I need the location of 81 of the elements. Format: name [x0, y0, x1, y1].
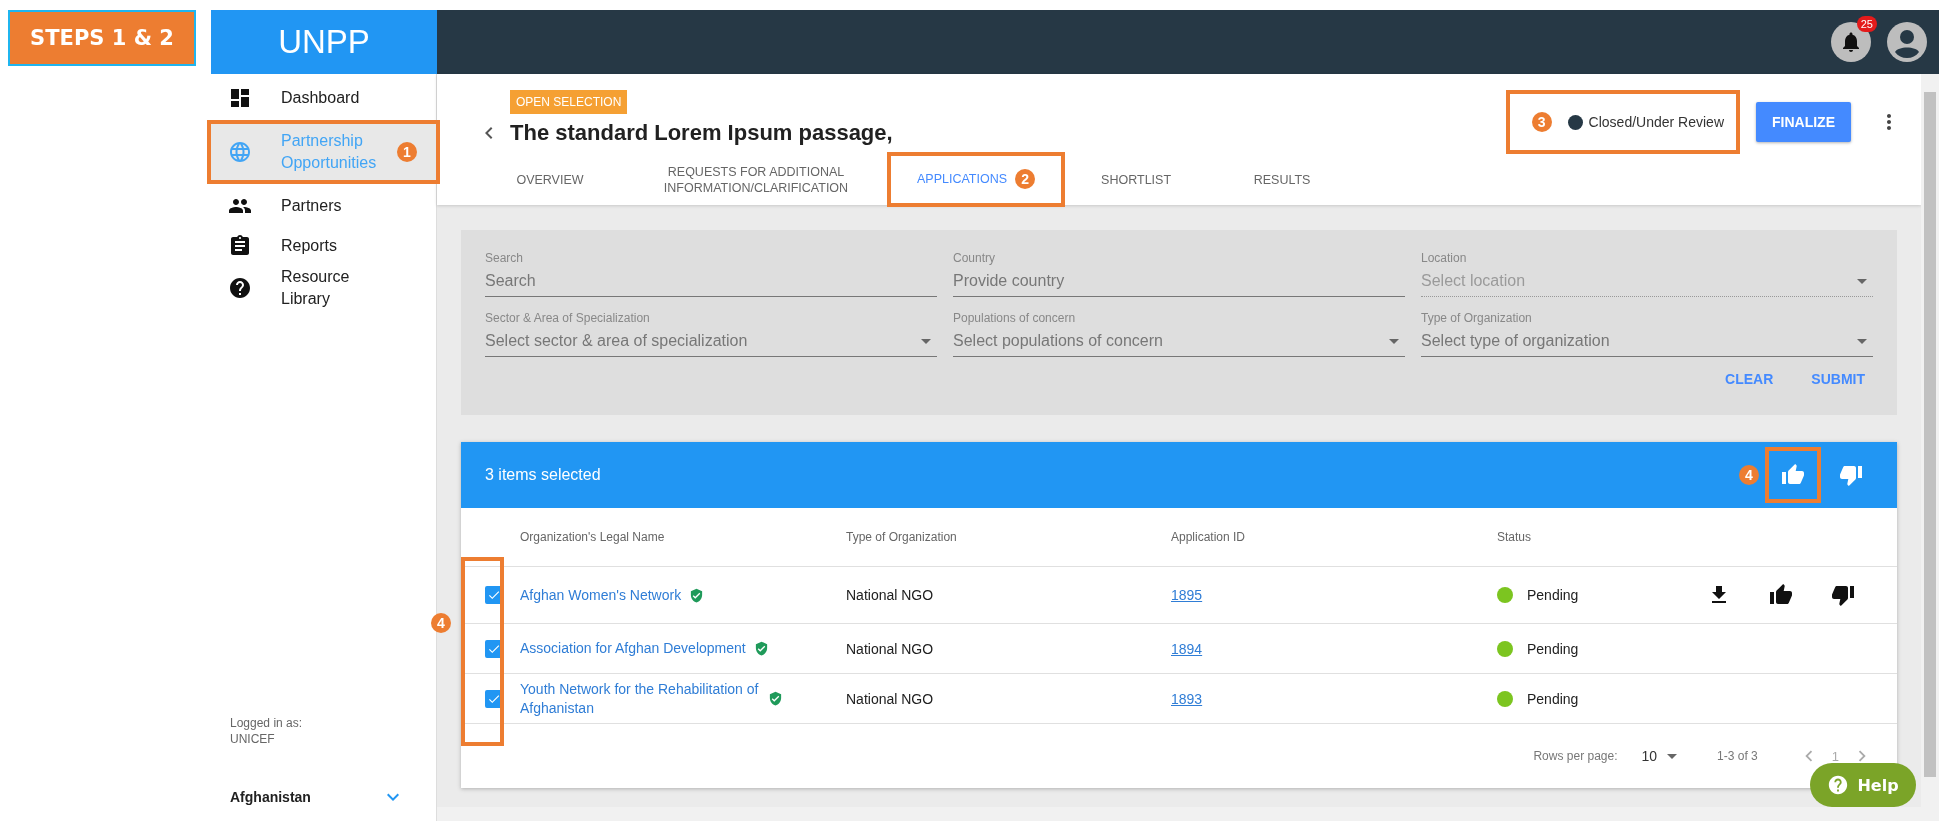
filter-button[interactable]: CLEAR: [1717, 365, 1782, 393]
field-label: Populations of concern: [953, 310, 1077, 326]
sidebar-item[interactable]: Dashboard: [211, 78, 436, 118]
page-number[interactable]: 1: [1831, 748, 1839, 764]
application-id-link[interactable]: 1893: [1171, 690, 1203, 707]
dashboard-icon: [228, 86, 252, 110]
help-icon: [228, 276, 252, 300]
application-id-link[interactable]: 1894: [1171, 640, 1203, 657]
column-header[interactable]: Type of Organization: [846, 530, 1171, 544]
step-number-badge: 4: [431, 613, 451, 633]
tab[interactable]: REQUESTS FOR ADDITIONAL INFORMATION/CLARIFICATION: [623, 154, 889, 205]
caret-icon: [921, 338, 931, 344]
step-number-badge: 3: [1531, 112, 1552, 132]
status-dot: [1497, 690, 1513, 707]
finalize-button[interactable]: FINALIZE: [1756, 102, 1851, 142]
status-text: Pending: [1527, 587, 1579, 603]
organization-link[interactable]: Afghan Women's Network: [520, 585, 682, 605]
field-label: Search: [485, 250, 525, 266]
logged-in-label: Logged in as:: [230, 715, 304, 731]
input-field[interactable]: Search: [485, 266, 937, 297]
notifications-button[interactable]: [1831, 22, 1871, 62]
field-label: Type of Organization: [1421, 310, 1533, 326]
clipboard-icon: [228, 234, 252, 258]
table-cell-text: National NGO: [846, 640, 935, 657]
step-number-badge: 2: [1015, 168, 1036, 189]
page-range: 1-3 of 3: [1717, 749, 1758, 763]
thumbs-down-icon[interactable]: [1831, 583, 1855, 607]
rows-per-page-select[interactable]: 10: [1641, 748, 1678, 764]
thumbs-down-icon: [1839, 463, 1863, 487]
status-dot: [1497, 587, 1513, 603]
select-field[interactable]: Select sector & area of specialization: [485, 326, 937, 357]
field-label: Sector & Area of Specialization: [485, 310, 651, 326]
country-selector[interactable]: Afghanistan: [230, 785, 436, 809]
field-label: Location: [1421, 250, 1468, 266]
caret-icon: [1857, 278, 1867, 284]
thumbs-up-icon: [1781, 463, 1805, 487]
selection-count: 3 items selected: [485, 466, 601, 484]
sidebar-item[interactable]: Resource Library: [211, 266, 436, 310]
application-id-link[interactable]: 1895: [1171, 587, 1203, 603]
notification-count: 25: [1856, 16, 1877, 32]
caret-icon: [1389, 338, 1399, 344]
input-field[interactable]: Provide country: [953, 266, 1405, 297]
tab[interactable]: APPLICATIONS 2: [889, 154, 1064, 205]
page-title: The standard Lorem Ipsum passage,: [510, 120, 893, 146]
organization-link[interactable]: Association for Afghan Development: [520, 639, 746, 658]
status-text: Pending: [1527, 690, 1579, 707]
tab[interactable]: SHORTLIST: [1063, 154, 1210, 205]
vertical-scrollbar[interactable]: [1921, 74, 1939, 807]
table-cell-text: National NGO: [846, 587, 935, 603]
select-field[interactable]: Select populations of concern: [953, 326, 1405, 357]
organization-link[interactable]: Youth Network for the Rehabilitation of Afghanistan: [520, 679, 760, 718]
help-icon: [1827, 774, 1850, 796]
horizontal-scrollbar[interactable]: [437, 807, 1939, 821]
field-label: Country: [953, 250, 997, 266]
tab[interactable]: RESULTS: [1209, 154, 1356, 205]
column-header[interactable]: Organization's Legal Name: [520, 530, 846, 544]
thumbs-up-icon[interactable]: [1769, 583, 1793, 607]
sidebar-item[interactable]: Partners: [211, 186, 436, 226]
column-header[interactable]: Status: [1497, 530, 1707, 544]
step-number-badge: 4: [1739, 465, 1759, 485]
app-logo[interactable]: UNPP: [211, 10, 437, 74]
user-avatar-icon[interactable]: [1887, 22, 1927, 62]
status-dot: [1567, 114, 1583, 130]
filter-button[interactable]: SUBMIT: [1803, 365, 1873, 393]
status-text: Closed/Under Review: [1588, 114, 1724, 130]
caret-icon: [1857, 338, 1867, 344]
sidebar-item[interactable]: Reports: [211, 226, 436, 266]
select-field[interactable]: Select type of organization: [1421, 326, 1873, 357]
help-button[interactable]: Help: [1810, 763, 1916, 807]
status-dot: [1497, 640, 1513, 657]
tab[interactable]: OVERVIEW: [477, 154, 623, 205]
steps-label: STEPS 1 & 2: [8, 10, 196, 66]
status-text: Pending: [1527, 640, 1579, 657]
caret-icon: [1667, 753, 1678, 759]
table-cell-text: National NGO: [846, 690, 935, 707]
globe-icon: [228, 140, 252, 164]
rows-per-page-label: Rows per page:: [1533, 749, 1618, 763]
organization-name: UNICEF: [230, 731, 276, 747]
step-number-badge: 1: [397, 142, 417, 162]
open-selection-tag: OPEN SELECTION: [510, 90, 628, 114]
column-header[interactable]: Application ID: [1171, 530, 1497, 544]
